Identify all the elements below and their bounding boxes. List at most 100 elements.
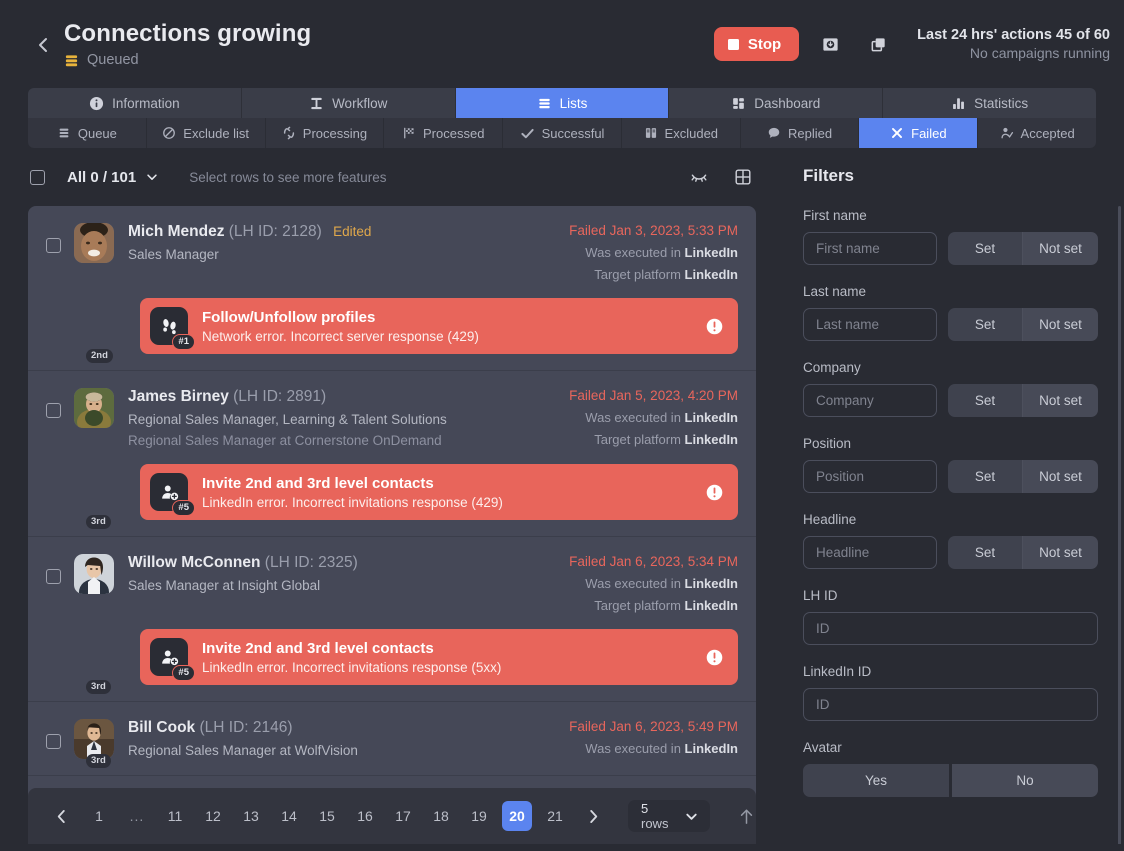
company-input[interactable] [803, 384, 937, 417]
selection-count-dropdown[interactable]: All 0 / 101 [67, 169, 159, 186]
position-input[interactable] [803, 460, 937, 493]
first-name-set-button[interactable]: Set [948, 232, 1023, 265]
filter-linkedin-id-label: LinkedIn ID [803, 664, 872, 679]
row-checkbox[interactable] [46, 238, 61, 253]
row-checkbox[interactable] [46, 403, 61, 418]
columns-grid-icon[interactable] [732, 166, 754, 188]
page-1[interactable]: 1 [84, 801, 114, 831]
alert-icon[interactable] [705, 648, 724, 667]
tab-information[interactable]: Information [28, 88, 242, 118]
flag-icon [402, 126, 416, 140]
first-name-not-set-button[interactable]: Not set [1023, 232, 1098, 265]
edited-badge: Edited [333, 224, 372, 239]
action-error-card[interactable]: #5 Invite 2nd and 3rd level contacts Lin… [140, 464, 738, 520]
page-20-current[interactable]: 20 [502, 801, 532, 831]
subtab-queue[interactable]: Queue [28, 118, 147, 148]
last-name-input[interactable] [803, 308, 937, 341]
company-segmented: Set Not set [948, 384, 1098, 417]
table-row[interactable]: 3rd Willow McConnen (LH ID: 2325) Sales … [28, 537, 756, 702]
table-row[interactable]: 3rd Bill Cook (LH ID: 2146) Regional Sal… [28, 702, 756, 776]
headline-set-button[interactable]: Set [948, 536, 1023, 569]
rows-per-page-select[interactable]: 5 rows [628, 800, 711, 832]
row-checkbox-wrap [46, 388, 74, 520]
subtab-failed[interactable]: Failed [859, 118, 979, 148]
page-16[interactable]: 16 [350, 801, 380, 831]
last-name-set-button[interactable]: Set [948, 308, 1023, 341]
subtab-replied[interactable]: Replied [741, 118, 860, 148]
select-all-checkbox[interactable] [30, 169, 45, 185]
pagination-prev[interactable] [46, 801, 76, 831]
pagination: 1 ... 11 12 13 14 15 16 17 18 19 20 21 5… [28, 788, 756, 844]
subtab-processed[interactable]: Processed [384, 118, 504, 148]
headline-not-set-button[interactable]: Not set [1023, 536, 1098, 569]
page-14[interactable]: 14 [274, 801, 304, 831]
subtab-excluded[interactable]: Excluded [622, 118, 741, 148]
action-error-card[interactable]: #5 Invite 2nd and 3rd level contacts Lin… [140, 629, 738, 685]
alert-icon[interactable] [705, 483, 724, 502]
page-18[interactable]: 18 [426, 801, 456, 831]
action-text: Invite 2nd and 3rd level contacts Linked… [202, 640, 695, 675]
tab-workflow[interactable]: Workflow [241, 88, 456, 118]
filters-scrollbar[interactable] [1118, 206, 1121, 844]
linkedin-id-input[interactable] [803, 688, 1098, 721]
lh-id-input[interactable] [803, 612, 1098, 645]
person-name[interactable]: James Birney [128, 388, 229, 405]
position-not-set-button[interactable]: Not set [1023, 460, 1098, 493]
back-button[interactable] [30, 32, 56, 58]
tab-statistics[interactable]: Statistics [883, 88, 1096, 118]
page-15[interactable]: 15 [312, 801, 342, 831]
company-set-button[interactable]: Set [948, 384, 1023, 417]
tab-dashboard[interactable]: Dashboard [669, 88, 884, 118]
page-19[interactable]: 19 [464, 801, 494, 831]
row-checkbox[interactable] [46, 734, 61, 749]
row-checkbox[interactable] [46, 569, 61, 584]
person-name[interactable]: Mich Mendez [128, 223, 224, 240]
target-platform-label: Target platform [594, 598, 681, 613]
person-name[interactable]: Bill Cook [128, 719, 195, 736]
title-block: Connections growing Queued [64, 20, 311, 68]
avatar-yes-button[interactable]: Yes [803, 764, 949, 797]
page-13[interactable]: 13 [236, 801, 266, 831]
subtab-exclude-list[interactable]: Exclude list [147, 118, 266, 148]
page-11[interactable]: 11 [160, 801, 190, 831]
target-platform-label: Target platform [594, 432, 681, 447]
table-row[interactable]: 2nd Mich Mendez (LH ID: 2128) Edited Sal… [28, 206, 756, 371]
scroll-to-top-button[interactable] [738, 807, 755, 826]
archive-icon[interactable] [813, 27, 847, 61]
page-12[interactable]: 12 [198, 801, 228, 831]
person-lh-id: (LH ID: 2128) [228, 223, 322, 240]
pagination-next[interactable] [578, 801, 608, 831]
stop-button[interactable]: Stop [713, 27, 800, 61]
subtab-accepted[interactable]: Accepted [978, 118, 1096, 148]
hide-eye-icon[interactable] [688, 166, 710, 188]
position-set-button[interactable]: Set [948, 460, 1023, 493]
action-icon-wrap: #5 [150, 473, 195, 516]
subtab-processing[interactable]: Processing [266, 118, 385, 148]
first-name-input[interactable] [803, 232, 937, 265]
first-name-segmented: Set Not set [948, 232, 1098, 265]
table-row[interactable]: 3rd James Birney (LH ID: 2891) Regional … [28, 371, 756, 537]
action-title: Invite 2nd and 3rd level contacts [202, 639, 434, 657]
subtab-successful[interactable]: Successful [503, 118, 622, 148]
person-name[interactable]: Willow McConnen [128, 554, 260, 571]
target-platform-label: Target platform [594, 267, 681, 282]
tab-lists[interactable]: Lists [455, 88, 670, 118]
row-top: James Birney (LH ID: 2891) Regional Sale… [128, 388, 738, 448]
avatar-image [74, 388, 114, 428]
action-icon-wrap: #1 [150, 307, 195, 350]
alert-icon[interactable] [705, 317, 724, 336]
action-error-message: LinkedIn error. Incorrect invitations re… [202, 659, 502, 675]
company-not-set-button[interactable]: Not set [1023, 384, 1098, 417]
action-error-card[interactable]: #1 Follow/Unfollow profiles Network erro… [140, 298, 738, 354]
person-position: Sales Manager [128, 247, 219, 262]
row-checkbox-wrap [46, 223, 74, 354]
duplicate-icon[interactable] [861, 27, 895, 61]
filter-last-name-row: Set Not set [803, 308, 1098, 341]
headline-input[interactable] [803, 536, 937, 569]
executed-in-value: LinkedIn [684, 410, 738, 425]
page-21[interactable]: 21 [540, 801, 570, 831]
page-17[interactable]: 17 [388, 801, 418, 831]
executed-in: Was executed in LinkedIn [569, 741, 738, 756]
avatar-no-button[interactable]: No [952, 764, 1098, 797]
last-name-not-set-button[interactable]: Not set [1023, 308, 1098, 341]
